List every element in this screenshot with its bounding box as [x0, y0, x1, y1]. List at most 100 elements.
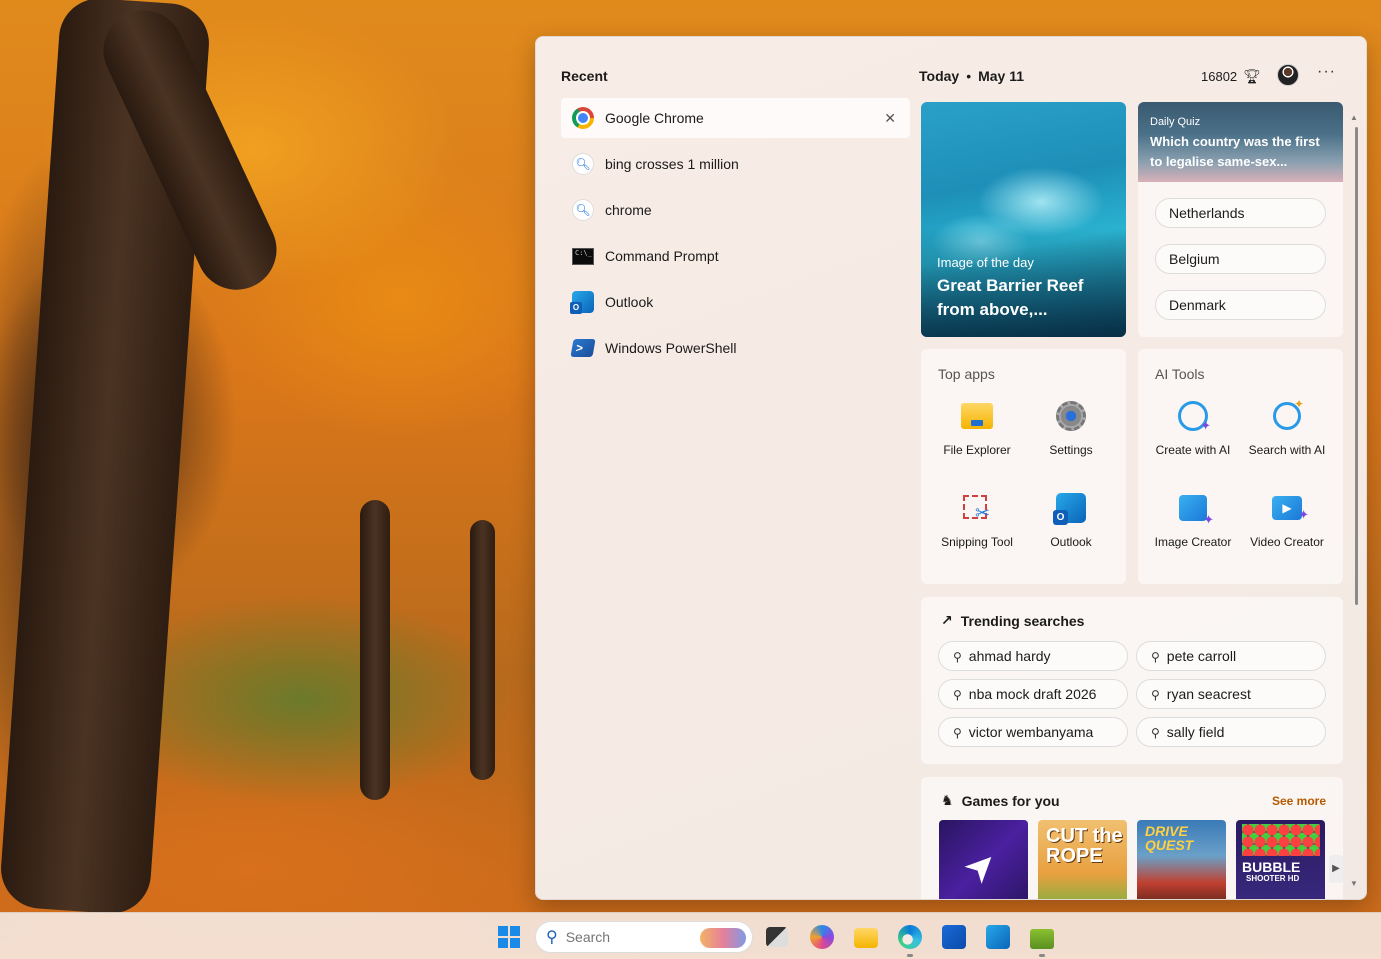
scroll-down-icon[interactable]: ▼	[1350, 879, 1358, 888]
date-label: May 11	[978, 68, 1025, 84]
search-icon: ⚲	[1151, 688, 1160, 702]
recent-item-powershell[interactable]: > Windows PowerShell	[561, 328, 910, 368]
app-file-explorer[interactable]: File Explorer	[930, 399, 1024, 457]
recent-item-label: Windows PowerShell	[605, 340, 737, 356]
quiz-question: Which country was the first to legalise …	[1150, 134, 1320, 169]
chrome-icon	[571, 106, 595, 130]
tool-search-with-ai[interactable]: Search with AI	[1240, 397, 1334, 457]
running-indicator	[1039, 954, 1045, 957]
outlook-icon	[1053, 491, 1088, 525]
tool-label: Create with AI	[1155, 443, 1231, 457]
quiz-banner[interactable]: Daily Quiz Which country was the first t…	[1138, 102, 1343, 182]
quiz-option[interactable]: Netherlands	[1155, 198, 1326, 228]
recent-item-label: Outlook	[605, 294, 654, 310]
search-icon: 🔍︎	[571, 152, 595, 176]
recent-item-outlook[interactable]: Outlook	[561, 282, 910, 322]
image-of-the-day-label: Image of the day	[937, 255, 1034, 270]
microsoft-store-icon[interactable]	[942, 925, 966, 949]
today-header: Today • May 11	[919, 68, 1025, 84]
trending-searches-card: ↗ Trending searches ⚲ ahmad hardy ⚲ pete c…	[921, 597, 1343, 764]
video-creator-icon: ▶	[1270, 491, 1309, 527]
outlook-icon[interactable]	[986, 925, 1010, 949]
search-icon: 🔍︎	[571, 198, 595, 222]
settings-gear-icon	[1054, 399, 1088, 433]
search-icon: ⚲	[953, 688, 962, 702]
lock-app-icon[interactable]	[1030, 929, 1054, 949]
outlook-icon	[570, 290, 595, 314]
rewards-points[interactable]: 16802 🏆︎	[1201, 68, 1261, 85]
recent-item-search[interactable]: 🔍︎ bing crosses 1 million	[561, 144, 910, 184]
trophy-icon: 🏆︎	[1243, 68, 1261, 84]
taskbar-search-input[interactable]	[565, 929, 686, 945]
trending-item[interactable]: ⚲ victor wembanyama	[938, 717, 1128, 747]
copilot-icon[interactable]	[810, 925, 834, 949]
ai-tools-title: AI Tools	[1155, 366, 1205, 382]
recent-item-google-chrome[interactable]: Google Chrome ✕	[561, 98, 910, 138]
search-icon: ⚲	[1151, 650, 1160, 664]
tool-create-with-ai[interactable]: Create with AI	[1146, 399, 1240, 457]
tool-video-creator[interactable]: ▶ Video Creator	[1240, 491, 1334, 549]
game-tile-bubble-shooter[interactable]: BUBBLE SHOOTER HD	[1236, 820, 1325, 899]
create-with-ai-icon	[1176, 399, 1211, 434]
trending-item[interactable]: ⚲ ahmad hardy	[938, 641, 1128, 671]
app-label: Snipping Tool	[941, 535, 1013, 549]
recent-item-search[interactable]: 🔍︎ chrome	[561, 190, 910, 230]
points-value: 16802	[1201, 69, 1238, 84]
next-arrow-icon[interactable]: ▶	[1329, 855, 1343, 883]
app-outlook[interactable]: Outlook	[1024, 491, 1118, 549]
trending-item[interactable]: ⚲ pete carroll	[1136, 641, 1326, 671]
game-tile-cut-the-rope[interactable]: CUT the ROPE	[1038, 820, 1127, 899]
games-for-you-card: ♞ Games for you See more CUT the ROPE DR…	[921, 777, 1343, 899]
powershell-icon: >	[570, 336, 596, 360]
game-tile-drive-quest[interactable]: DRIVE QUEST	[1137, 820, 1226, 899]
search-flyout: Recent Google Chrome ✕ 🔍︎ bing crosses 1…	[535, 36, 1367, 900]
close-icon[interactable]: ✕	[884, 110, 896, 127]
quiz-option[interactable]: Denmark	[1155, 290, 1326, 320]
tool-label: Video Creator	[1250, 535, 1324, 549]
search-with-ai-icon	[1270, 397, 1304, 433]
more-options-icon[interactable]: ···	[1317, 63, 1336, 81]
file-explorer-icon	[960, 399, 994, 433]
today-label: Today	[919, 68, 960, 84]
file-explorer-icon[interactable]	[854, 928, 878, 948]
edge-icon[interactable]	[898, 925, 922, 949]
snipping-tool-icon	[960, 491, 994, 525]
app-settings[interactable]: Settings	[1024, 399, 1118, 457]
app-label: Settings	[1049, 443, 1093, 457]
taskbar: ⚲	[0, 912, 1381, 959]
quiz-label: Daily Quiz	[1150, 116, 1201, 128]
app-label: Outlook	[1050, 535, 1092, 549]
recent-heading: Recent	[561, 68, 608, 84]
recent-item-command-prompt[interactable]: C:\_ Command Prompt	[561, 236, 910, 276]
taskbar-search-box[interactable]: ⚲	[535, 921, 753, 953]
running-indicator	[907, 954, 913, 957]
top-apps-title: Top apps	[938, 366, 995, 382]
recent-item-label: bing crosses 1 million	[605, 156, 739, 172]
image-of-the-day-title: Great Barrier Reef from above,...	[937, 276, 1084, 319]
see-more-link[interactable]: See more	[1272, 794, 1326, 808]
task-view-icon[interactable]	[766, 927, 788, 947]
trending-item[interactable]: ⚲ nba mock draft 2026	[938, 679, 1128, 709]
games-title: ♞ Games for you	[941, 792, 1060, 809]
recent-item-label: Command Prompt	[605, 248, 719, 264]
trending-item[interactable]: ⚲ sally field	[1136, 717, 1326, 747]
tool-label: Image Creator	[1154, 535, 1232, 549]
trending-arrow-icon: ↗	[941, 612, 953, 628]
scroll-up-icon[interactable]: ▲	[1350, 113, 1358, 122]
windows-start-icon[interactable]	[498, 926, 520, 948]
daily-quiz-card: Daily Quiz Which country was the first t…	[1138, 102, 1343, 337]
wallpaper-tree-trunk	[470, 520, 495, 780]
quiz-option[interactable]: Belgium	[1155, 244, 1326, 274]
trending-item[interactable]: ⚲ ryan seacrest	[1136, 679, 1326, 709]
ai-tools-card: AI Tools Create with AI Search with AI I…	[1138, 349, 1343, 584]
search-icon: ⚲	[1151, 726, 1160, 740]
game-tile[interactable]	[939, 820, 1028, 899]
tool-label: Search with AI	[1248, 443, 1326, 457]
wallpaper-tree-trunk	[360, 500, 390, 800]
app-snipping-tool[interactable]: Snipping Tool	[930, 491, 1024, 549]
app-label: File Explorer	[943, 443, 1011, 457]
tool-image-creator[interactable]: Image Creator	[1146, 491, 1240, 549]
image-of-the-day-card[interactable]: Image of the day Great Barrier Reef from…	[921, 102, 1126, 337]
scrollbar-thumb[interactable]	[1355, 127, 1358, 605]
avatar[interactable]	[1277, 64, 1299, 86]
